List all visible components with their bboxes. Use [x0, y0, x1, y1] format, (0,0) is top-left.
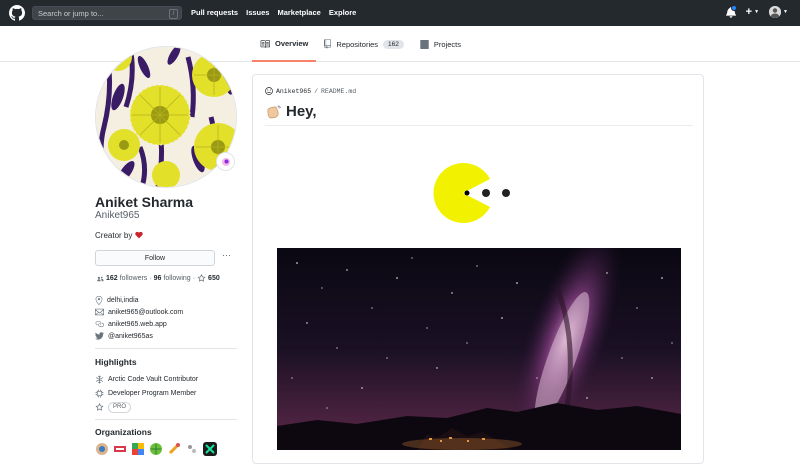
org-avatar[interactable]: [113, 442, 127, 456]
smiley-icon: [265, 87, 273, 95]
profile-readme: Aniket965 / README.md Hey,: [252, 74, 704, 464]
highlight-item: PRO: [95, 400, 198, 414]
highlight-item: Arctic Code Vault Contributor: [95, 372, 198, 386]
tab-repositories[interactable]: Repositories 162: [316, 26, 412, 62]
twitter-link[interactable]: @aniket965as: [108, 333, 153, 340]
twitter-row: @aniket965as: [95, 330, 183, 342]
notification-indicator: [730, 5, 737, 11]
mail-icon: [95, 308, 104, 316]
following-count[interactable]: 96: [154, 275, 162, 282]
stat-separator: ·: [149, 275, 152, 282]
top-header: / Pull requests Issues Marketplace Explo…: [0, 0, 800, 26]
people-icon: [97, 276, 104, 281]
profile-login: Aniket965: [95, 210, 140, 221]
email-link[interactable]: aniket965@outlook.com: [108, 309, 183, 316]
search-box[interactable]: /: [32, 6, 182, 20]
chevron-down-icon: ▼: [783, 9, 788, 15]
tab-projects-label: Projects: [433, 39, 461, 49]
create-new-menu[interactable]: + ▼: [746, 6, 759, 18]
profile-avatar[interactable]: [95, 46, 237, 188]
header-actions: + ▼ ▼: [725, 5, 788, 18]
github-logo-icon[interactable]: [9, 5, 25, 21]
heading-underline: [265, 125, 693, 126]
pro-badge: PRO: [108, 401, 132, 413]
nav-pull-requests[interactable]: Pull requests: [191, 8, 238, 17]
nav-marketplace[interactable]: Marketplace: [277, 8, 320, 17]
profile-sidebar: [95, 46, 237, 188]
repositories-count-badge: 162: [383, 39, 404, 49]
cpu-icon: [95, 389, 104, 397]
profile-details: delhi,india aniket965@outlook.com aniket…: [95, 294, 183, 342]
follow-stats: 162 followers · 96 following · 650: [95, 274, 220, 283]
profile-tabs: Overview Repositories 162 Projects: [252, 26, 469, 62]
highlight-arctic-vault[interactable]: Arctic Code Vault Contributor: [108, 376, 198, 383]
website-row: aniket965.web.app: [95, 318, 183, 330]
star-icon: [95, 402, 104, 411]
followers-label[interactable]: followers: [120, 275, 148, 282]
plus-icon: +: [745, 6, 753, 18]
stat-separator: ·: [192, 275, 196, 282]
repo-icon: [324, 39, 332, 49]
pacman-animation: [433, 163, 510, 223]
organizations-list: [95, 442, 217, 456]
highlights-title: Highlights: [95, 357, 137, 367]
org-avatar[interactable]: [131, 442, 145, 456]
website-link[interactable]: aniket965.web.app: [108, 321, 167, 328]
readme-heading-text: Hey,: [286, 103, 317, 120]
nav-issues[interactable]: Issues: [246, 8, 269, 17]
org-avatar[interactable]: [167, 442, 181, 456]
follow-button[interactable]: Follow: [95, 250, 215, 266]
search-input[interactable]: [33, 7, 168, 19]
tab-overview[interactable]: Overview: [252, 26, 317, 62]
stars-count[interactable]: 650: [208, 275, 220, 282]
notification-bell-icon[interactable]: [725, 5, 737, 18]
readme-path: Aniket965 / README.md: [265, 87, 356, 95]
project-icon: [420, 39, 429, 49]
readme-filename: README.md: [321, 87, 357, 95]
sidebar-divider: [95, 348, 237, 349]
heart-icon: [134, 231, 143, 239]
email-row: aniket965@outlook.com: [95, 306, 183, 318]
milky-way-image: [277, 248, 681, 450]
path-separator: /: [314, 87, 319, 95]
profile-name: Aniket Sharma: [95, 194, 194, 210]
bio-text: Creator by: [95, 231, 133, 240]
chevron-down-icon: ▼: [754, 9, 760, 15]
waving-hand-icon: [267, 104, 281, 118]
tab-overview-label: Overview: [275, 38, 309, 48]
search-shortcut-hint: /: [169, 9, 178, 19]
org-avatar[interactable]: [95, 442, 109, 456]
status-emoji-button[interactable]: [216, 152, 235, 171]
readme-heading: Hey,: [265, 103, 317, 120]
link-icon: [95, 321, 104, 327]
more-options-button[interactable]: ···: [222, 250, 231, 260]
user-menu[interactable]: ▼: [769, 6, 788, 18]
readme-owner-link[interactable]: Aniket965: [276, 88, 311, 95]
tab-projects[interactable]: Projects: [412, 26, 469, 62]
snowflake-icon: [95, 375, 104, 383]
highlight-developer-program[interactable]: Developer Program Member: [108, 390, 196, 397]
highlights-list: Arctic Code Vault Contributor Developer …: [95, 372, 198, 414]
location-icon: [95, 295, 103, 305]
sidebar-divider: [95, 419, 237, 420]
nav-explore[interactable]: Explore: [329, 8, 357, 17]
profile-bio: Creator by: [95, 231, 143, 240]
org-avatar[interactable]: [149, 442, 163, 456]
org-avatar[interactable]: [185, 442, 199, 456]
highlight-item: Developer Program Member: [95, 386, 198, 400]
followers-count[interactable]: 162: [106, 275, 118, 282]
book-icon: [260, 39, 270, 48]
following-label[interactable]: following: [163, 275, 190, 282]
location-text: delhi,india: [107, 296, 139, 304]
user-avatar: [769, 6, 782, 18]
twitter-icon: [95, 332, 104, 340]
status-icon: [221, 157, 230, 166]
org-avatar[interactable]: [203, 442, 217, 456]
star-icon: [197, 274, 206, 282]
organizations-title: Organizations: [95, 427, 152, 437]
header-nav: Pull requests Issues Marketplace Explore: [191, 8, 356, 17]
tab-repositories-label: Repositories: [336, 39, 379, 49]
location-row: delhi,india: [95, 294, 183, 306]
